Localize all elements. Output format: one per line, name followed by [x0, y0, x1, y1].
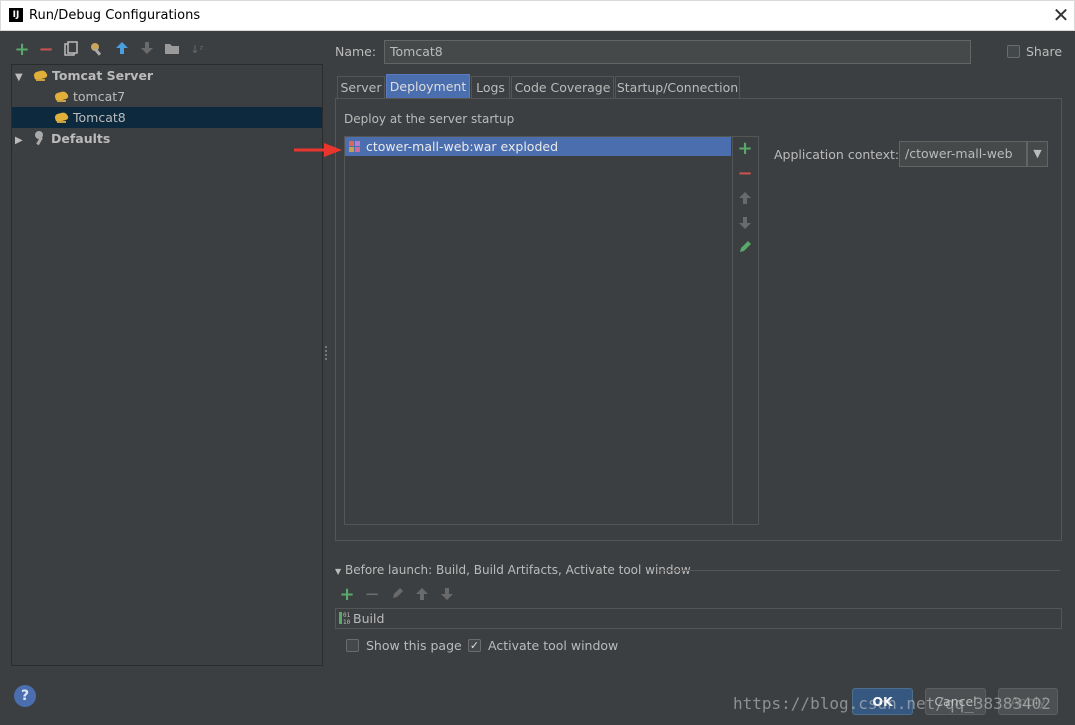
copy-icon[interactable] — [62, 41, 80, 59]
edit-task-icon[interactable] — [389, 587, 405, 603]
edit-pencil-icon[interactable] — [737, 240, 753, 256]
deploy-list-item[interactable]: ctower-mall-web:war exploded — [345, 137, 731, 156]
remove-task-icon[interactable]: − — [364, 586, 380, 604]
title-bar: IJ Run/Debug Configurations ✕ — [0, 0, 1075, 31]
tree-group-label: Defaults — [51, 131, 111, 146]
app-context-label: Application context: — [774, 147, 900, 162]
share-checkbox[interactable] — [1007, 45, 1020, 58]
add-artifact-icon[interactable]: + — [737, 140, 753, 158]
tab-startup-connection[interactable]: Startup/Connection — [615, 76, 740, 98]
wrench-icon[interactable] — [88, 41, 106, 59]
before-launch-header[interactable]: ▼ Before launch: Build, Build Artifacts,… — [335, 563, 691, 577]
collapse-triangle-icon: ▼ — [335, 567, 342, 576]
sort-icon[interactable]: ↓ᶻ — [188, 41, 206, 59]
intellij-logo-icon: IJ — [9, 8, 23, 22]
task-build[interactable]: 01 10 Build — [339, 611, 384, 626]
name-field[interactable]: Tomcat8 — [384, 40, 971, 64]
tomcat-icon — [33, 68, 49, 82]
before-launch-list[interactable] — [335, 608, 1062, 629]
move-up-icon[interactable] — [414, 587, 430, 603]
tree-item-tomcat7[interactable]: tomcat7 — [12, 86, 322, 107]
tree-item-label: Tomcat8 — [73, 110, 126, 125]
list-divider — [732, 137, 733, 524]
build-icon: 01 10 — [339, 611, 353, 626]
folder-icon[interactable] — [163, 41, 181, 59]
tree-item-tomcat8[interactable]: Tomcat8 — [12, 107, 322, 128]
tab-code-coverage[interactable]: Code Coverage — [511, 76, 614, 98]
show-page-label: Show this page — [366, 638, 462, 653]
window-title: Run/Debug Configurations — [29, 8, 201, 23]
tab-deployment[interactable]: Deployment — [386, 74, 470, 98]
close-icon[interactable]: ✕ — [1051, 4, 1071, 26]
add-task-icon[interactable]: + — [339, 586, 355, 604]
watermark: https://blog.csdn.net/qq_38383402 — [733, 694, 1051, 713]
name-label: Name: — [335, 44, 377, 59]
remove-artifact-icon[interactable]: − — [737, 165, 753, 183]
tomcat-icon — [54, 89, 70, 103]
show-page-checkbox[interactable] — [346, 639, 359, 652]
deploy-item-label: ctower-mall-web:war exploded — [366, 139, 559, 154]
move-up-icon[interactable] — [737, 191, 753, 207]
before-launch-title: Before launch: Build, Build Artifacts, A… — [344, 563, 691, 577]
red-arrow-icon — [294, 143, 342, 157]
tree-item-label: tomcat7 — [73, 89, 126, 104]
move-down-icon[interactable] — [737, 216, 753, 232]
tree-group-label: Tomcat Server — [52, 68, 154, 83]
artifact-icon — [348, 139, 362, 152]
deploy-list[interactable] — [344, 136, 759, 525]
tree-group-tomcat-server[interactable]: ▼ Tomcat Server — [12, 65, 322, 86]
svg-text:01: 01 — [343, 612, 351, 619]
splitter-handle[interactable] — [325, 346, 327, 360]
tab-logs[interactable]: Logs — [471, 76, 510, 98]
separator — [657, 570, 1060, 571]
activate-tool-window-label: Activate tool window — [488, 638, 619, 653]
share-label: Share — [1026, 44, 1063, 59]
tab-server[interactable]: Server — [337, 76, 385, 98]
task-label: Build — [353, 611, 385, 626]
move-down-icon[interactable] — [439, 587, 455, 603]
tree-group-defaults[interactable]: ▶ Defaults — [12, 128, 322, 149]
chevron-down-icon[interactable]: ▼ — [1027, 141, 1048, 167]
move-down-icon[interactable] — [138, 41, 156, 59]
help-icon[interactable]: ? — [14, 685, 36, 707]
tomcat-icon — [54, 110, 70, 124]
move-up-icon[interactable] — [113, 41, 131, 59]
app-context-field[interactable]: /ctower-mall-web — [899, 141, 1027, 167]
deploy-heading: Deploy at the server startup — [344, 112, 515, 126]
configuration-tree[interactable]: ▼ Tomcat Server tomcat7 Tomcat8 ▶ Defaults — [11, 64, 323, 666]
activate-tool-window-checkbox[interactable]: ✓ — [468, 639, 481, 652]
add-icon[interactable]: + — [13, 41, 31, 59]
wrench-icon — [33, 131, 47, 145]
remove-icon[interactable]: − — [37, 41, 55, 59]
svg-text:10: 10 — [343, 619, 351, 625]
